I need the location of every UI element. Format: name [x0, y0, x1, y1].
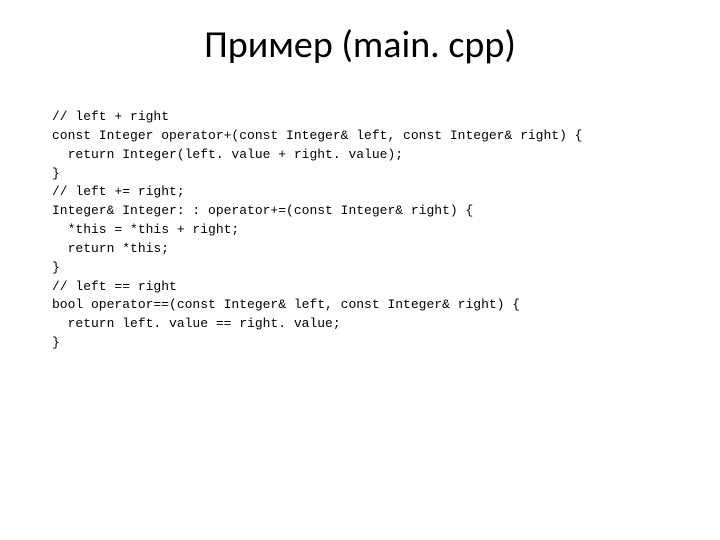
code-line: Integer& Integer: : operator+=(const Int… [52, 203, 473, 218]
code-line: } [52, 260, 60, 275]
slide-title: Пример (main. cpp) [0, 22, 720, 68]
code-line: return left. value == right. value; [52, 316, 341, 331]
code-line: // left += right; [52, 184, 185, 199]
slide: Пример (main. cpp) // left + right const… [0, 0, 720, 540]
code-line: } [52, 335, 60, 350]
code-line: *this = *this + right; [52, 222, 239, 237]
code-block: // left + right const Integer operator+(… [52, 108, 680, 353]
code-line: return *this; [52, 241, 169, 256]
code-line: // left + right [52, 109, 169, 124]
code-line: // left == right [52, 279, 177, 294]
code-line: } [52, 166, 60, 181]
code-line: const Integer operator+(const Integer& l… [52, 128, 583, 143]
code-line: bool operator==(const Integer& left, con… [52, 297, 520, 312]
code-line: return Integer(left. value + right. valu… [52, 147, 403, 162]
